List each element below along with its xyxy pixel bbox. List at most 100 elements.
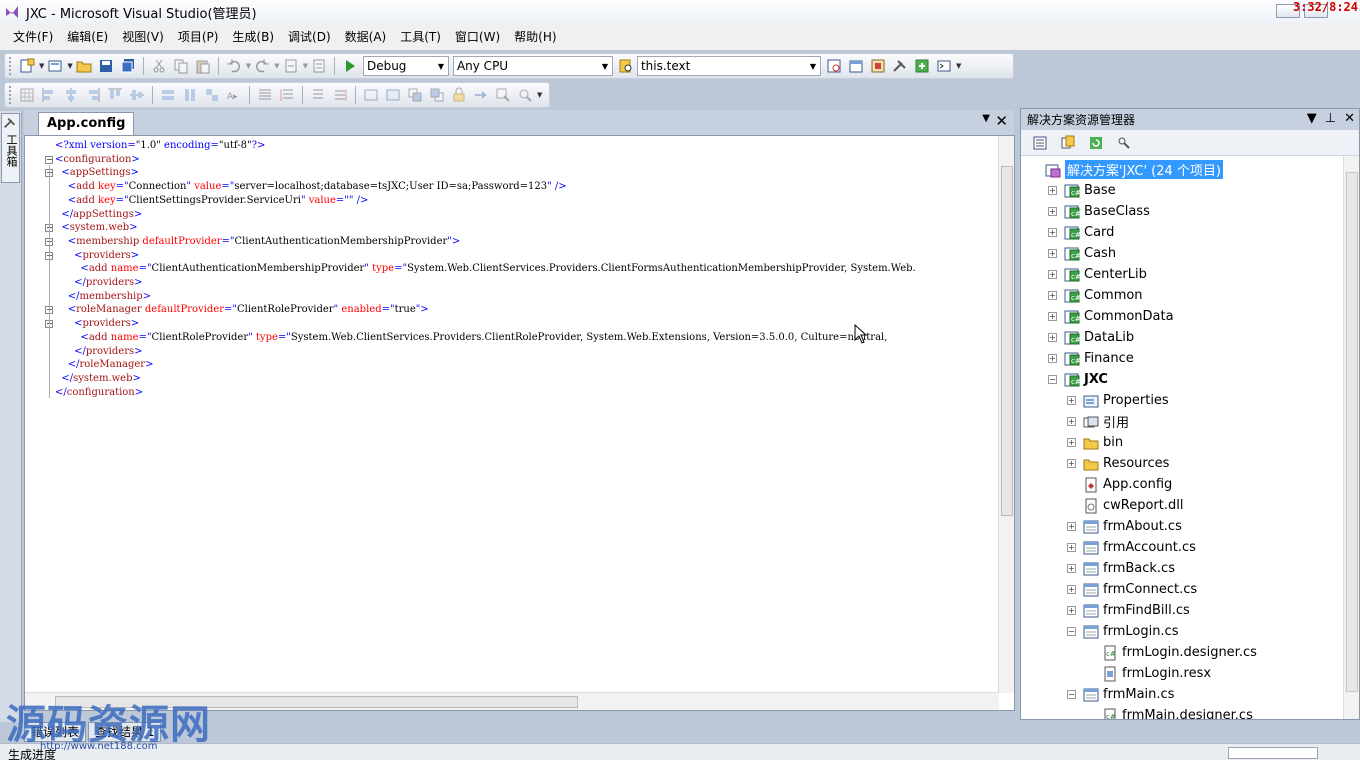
tree-item[interactable]: frmAbout.cs: [1083, 516, 1182, 537]
code-line[interactable]: </providers>: [55, 345, 142, 359]
tree-item[interactable]: c# CommonData: [1064, 306, 1174, 327]
code-line[interactable]: </configuration>: [55, 386, 143, 400]
menu-data[interactable]: 数据(A): [338, 24, 394, 50]
align-to-grid-icon[interactable]: [18, 86, 36, 104]
make-same-width-icon[interactable]: [159, 86, 177, 104]
align-lefts-icon[interactable]: [40, 86, 58, 104]
collapse-region-icon[interactable]: −: [45, 155, 53, 164]
tree-item[interactable]: Properties: [1083, 390, 1169, 411]
scrollbar-thumb[interactable]: [1346, 172, 1358, 692]
navigate-backward-icon[interactable]: [282, 57, 300, 75]
properties-icon[interactable]: [1031, 134, 1049, 152]
chevron-down-icon[interactable]: ▼: [434, 57, 448, 75]
expand-icon[interactable]: +: [1067, 438, 1076, 447]
window-position-icon[interactable]: ▼: [1307, 111, 1317, 126]
format-icon[interactable]: [494, 86, 512, 104]
lock-controls-icon[interactable]: [450, 86, 468, 104]
menu-project[interactable]: 项目(P): [171, 24, 226, 50]
make-same-size-icon[interactable]: [203, 86, 221, 104]
tree-item[interactable]: frmAccount.cs: [1083, 537, 1196, 558]
scrollbar-thumb[interactable]: [1001, 166, 1013, 516]
toolbar-grip[interactable]: [9, 57, 12, 75]
code-line[interactable]: </membership>: [55, 290, 151, 304]
code-line[interactable]: <add key="Connection" value="server=loca…: [55, 180, 567, 194]
tree-item[interactable]: c# DataLib: [1064, 327, 1134, 348]
tree-item[interactable]: Resources: [1083, 453, 1169, 474]
tree-item[interactable]: c# CenterLib: [1064, 264, 1147, 285]
code-line[interactable]: </appSettings>: [55, 208, 142, 222]
expand-icon[interactable]: +: [1048, 354, 1057, 363]
properties-window-icon[interactable]: [847, 57, 865, 75]
code-line[interactable]: <?xml version="1.0" encoding="utf-8"?>: [55, 139, 265, 153]
start-debugging-icon[interactable]: [341, 57, 359, 75]
expand-icon[interactable]: +: [1048, 249, 1057, 258]
menu-view[interactable]: 视图(V): [115, 24, 171, 50]
expand-icon[interactable]: +: [1067, 459, 1076, 468]
tab-order-icon[interactable]: [472, 86, 490, 104]
view-class-diagram-icon[interactable]: [1115, 134, 1133, 152]
menu-debug[interactable]: 调试(D): [281, 24, 338, 50]
expand-icon[interactable]: +: [1048, 291, 1057, 300]
menu-window[interactable]: 窗口(W): [448, 24, 507, 50]
expand-icon[interactable]: +: [1048, 333, 1057, 342]
tree-item[interactable]: frmLogin.cs: [1083, 621, 1178, 642]
menu-help[interactable]: 帮助(H): [507, 24, 563, 50]
code-line[interactable]: <appSettings>: [55, 166, 139, 180]
expand-icon[interactable]: +: [1067, 585, 1076, 594]
tree-item[interactable]: frmMain.cs: [1083, 684, 1174, 705]
expand-icon[interactable]: +: [1048, 270, 1057, 279]
save-icon[interactable]: [97, 57, 115, 75]
start-page-icon[interactable]: [913, 57, 931, 75]
tree-item[interactable]: 引用: [1083, 411, 1129, 432]
collapse-icon[interactable]: −: [1048, 375, 1057, 384]
menu-edit[interactable]: 编辑(E): [60, 24, 115, 50]
tree-item[interactable]: frmConnect.cs: [1083, 579, 1197, 600]
decrease-spacing-icon[interactable]: [331, 86, 349, 104]
tree-item[interactable]: c# Base: [1064, 180, 1116, 201]
close-document-icon[interactable]: ✕: [995, 112, 1008, 130]
find-combo[interactable]: this.text ▼: [636, 56, 821, 76]
view-icon[interactable]: [516, 86, 534, 104]
add-item-icon[interactable]: [46, 57, 64, 75]
collapse-icon[interactable]: −: [1067, 690, 1076, 699]
tree-item[interactable]: cwReport.dll: [1083, 495, 1183, 516]
toolbox-icon[interactable]: [891, 57, 909, 75]
save-all-icon[interactable]: [119, 57, 137, 75]
solution-explorer-icon[interactable]: [825, 57, 843, 75]
expand-icon[interactable]: +: [1067, 606, 1076, 615]
tree-item[interactable]: c# frmLogin.designer.cs: [1102, 642, 1257, 663]
expand-icon[interactable]: +: [1067, 543, 1076, 552]
command-window-icon[interactable]: [935, 57, 953, 75]
cut-icon[interactable]: [150, 57, 168, 75]
expand-icon[interactable]: +: [1048, 207, 1057, 216]
vertical-spacing-icon[interactable]: [309, 86, 327, 104]
align-centers-icon[interactable]: [62, 86, 80, 104]
code-line[interactable]: <add name="ClientAuthenticationMembershi…: [55, 262, 915, 276]
menu-build[interactable]: 生成(B): [225, 24, 281, 50]
expand-icon[interactable]: +: [1067, 564, 1076, 573]
navigate-forward-icon[interactable]: [310, 57, 328, 75]
code-line[interactable]: <add name="ClientRoleProvider" type="Sys…: [55, 331, 887, 345]
increase-spacing-icon[interactable]: [278, 86, 296, 104]
code-line[interactable]: <providers>: [55, 249, 139, 263]
solution-platform-select[interactable]: Any CPU ▼: [452, 56, 613, 76]
horizontal-spacing-icon[interactable]: [256, 86, 274, 104]
tree-item[interactable]: c# JXC: [1064, 369, 1108, 390]
code-line[interactable]: </providers>: [55, 276, 142, 290]
redo-icon[interactable]: [253, 57, 271, 75]
tree-item[interactable]: bin: [1083, 432, 1123, 453]
expand-icon[interactable]: +: [1067, 396, 1076, 405]
chevron-down-icon[interactable]: ▼: [598, 57, 612, 75]
expand-icon[interactable]: +: [1067, 522, 1076, 531]
code-line[interactable]: <system.web>: [55, 221, 137, 235]
copy-icon[interactable]: [172, 57, 190, 75]
code-line[interactable]: </system.web>: [55, 372, 141, 386]
toolbar-grip[interactable]: [9, 86, 12, 104]
align-middles-icon[interactable]: [128, 86, 146, 104]
expand-icon[interactable]: +: [1048, 312, 1057, 321]
center-vertically-icon[interactable]: [384, 86, 402, 104]
center-horizontally-icon[interactable]: [362, 86, 380, 104]
tree-item[interactable]: frmBack.cs: [1083, 558, 1175, 579]
expand-icon[interactable]: +: [1048, 228, 1057, 237]
tree-item[interactable]: c# Finance: [1064, 348, 1134, 369]
